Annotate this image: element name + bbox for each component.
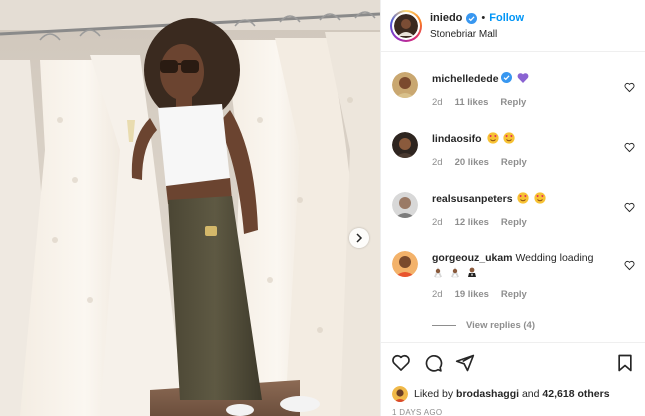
- comments-list: michelledede 2d 11 likes Reply lindaosif…: [381, 52, 645, 342]
- bride-emoji: [450, 267, 459, 278]
- bride-emoji: [434, 267, 442, 278]
- verified-icon: [466, 12, 478, 24]
- comment-likes[interactable]: 12 likes: [455, 217, 489, 228]
- bridal-shop-photo: [0, 0, 380, 416]
- heart-eyes-emoji: [503, 132, 516, 144]
- post-photo[interactable]: [0, 0, 380, 416]
- next-photo-button[interactable]: [349, 228, 369, 248]
- comment-likes[interactable]: 20 likes: [455, 157, 489, 168]
- reply-button[interactable]: Reply: [501, 157, 527, 168]
- heart-eyes-emoji: [534, 192, 546, 204]
- comment-username[interactable]: realsusanpeters: [432, 193, 513, 205]
- post-location[interactable]: Stonebriar Mall: [430, 29, 497, 40]
- avatar[interactable]: [392, 72, 418, 98]
- groom-emoji: [467, 267, 476, 277]
- comment-meta: 2d 20 likes Reply: [432, 157, 622, 168]
- heart-icon[interactable]: [391, 353, 411, 373]
- comment-emojis: [432, 266, 622, 281]
- comment-likes[interactable]: 19 likes: [455, 289, 489, 300]
- comment-icon[interactable]: [423, 353, 443, 373]
- action-bar: [381, 342, 645, 382]
- separator-dot: •: [481, 12, 486, 24]
- comment-like-heart-icon[interactable]: [624, 142, 635, 153]
- comment-meta: 2d 19 likes Reply: [432, 289, 622, 300]
- view-replies-label: View replies (4): [466, 320, 535, 331]
- avatar[interactable]: [392, 132, 418, 158]
- avatar[interactable]: [392, 192, 418, 218]
- comment-like-heart-icon[interactable]: [624, 202, 635, 213]
- username-row: iniedo • Follow: [430, 12, 524, 24]
- comment-age: 2d: [432, 97, 443, 108]
- post-side-panel: iniedo • Follow Stonebriar Mall michelle…: [380, 0, 645, 416]
- post-username[interactable]: iniedo: [430, 12, 462, 24]
- view-replies-button[interactable]: View replies (4): [432, 320, 535, 331]
- comment-text: Wedding loading: [515, 252, 594, 264]
- comment-likes[interactable]: 11 likes: [455, 97, 489, 108]
- likes-user[interactable]: brodashaggi: [456, 388, 519, 400]
- comment-age: 2d: [432, 289, 443, 300]
- likes-and: and: [521, 388, 540, 400]
- comment-meta: 2d 11 likes Reply: [432, 97, 622, 108]
- avatar: [394, 14, 418, 38]
- comment-username[interactable]: gorgeouz_ukam: [432, 252, 513, 264]
- likes-prefix: Liked by: [414, 388, 454, 400]
- comment-username[interactable]: lindaosifo: [432, 133, 482, 145]
- chevron-right-icon: [356, 233, 363, 243]
- likes-count[interactable]: 42,618 others: [542, 388, 609, 400]
- likes-summary: Liked by brodashaggi and 42,618 others: [392, 386, 610, 402]
- post-timestamp[interactable]: 1 DAYS AGO: [392, 408, 442, 416]
- reply-button[interactable]: Reply: [501, 217, 527, 228]
- follow-button[interactable]: Follow: [489, 12, 524, 24]
- bookmark-icon[interactable]: [615, 353, 635, 373]
- comment-username[interactable]: michelledede: [432, 73, 499, 85]
- comment-like-heart-icon[interactable]: [624, 82, 635, 93]
- post-header: iniedo • Follow Stonebriar Mall: [381, 0, 645, 52]
- heart-eyes-emoji: [486, 132, 499, 144]
- share-icon[interactable]: [455, 353, 475, 373]
- comment-age: 2d: [432, 217, 443, 228]
- comment-like-heart-icon[interactable]: [624, 260, 635, 271]
- replies-divider: [432, 325, 456, 326]
- story-ring[interactable]: [390, 10, 422, 42]
- comment-age: 2d: [432, 157, 443, 168]
- verified-icon: [501, 72, 513, 83]
- avatar[interactable]: [392, 386, 408, 402]
- purple-heart-emoji: [517, 73, 529, 83]
- avatar[interactable]: [392, 251, 418, 277]
- heart-eyes-emoji: [517, 192, 530, 204]
- comment-meta: 2d 12 likes Reply: [432, 217, 622, 228]
- reply-button[interactable]: Reply: [501, 289, 527, 300]
- reply-button[interactable]: Reply: [500, 97, 526, 108]
